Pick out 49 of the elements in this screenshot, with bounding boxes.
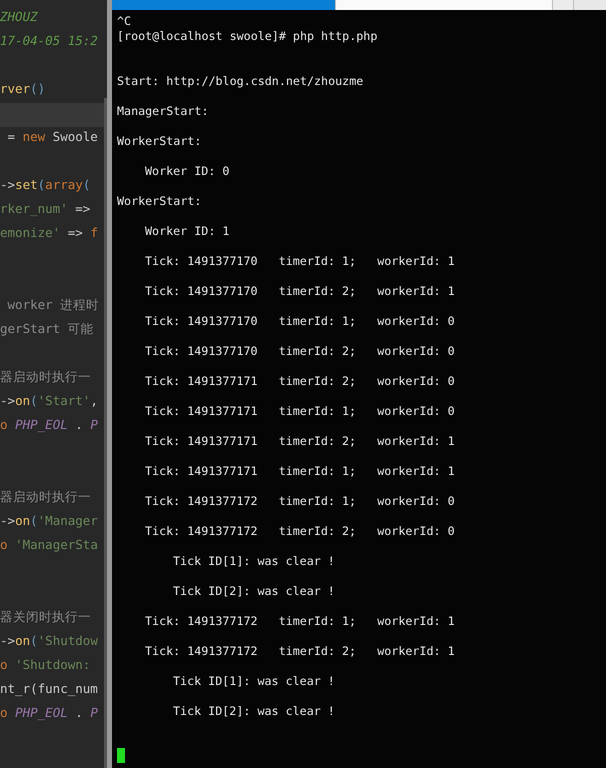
code-line: gerStart 可能 <box>0 321 94 336</box>
code-line: ->on('Shutdow <box>0 633 98 648</box>
code-line: o 'Shutdown: <box>0 657 90 672</box>
code-line: ->set(array( <box>0 177 90 192</box>
terminal-line: Tick ID[1]: was clear ! <box>173 674 335 688</box>
terminal-line: Worker ID: 1 <box>145 224 230 238</box>
terminal-line: Tick: 1491377171 timerId: 2; workerId: 0 <box>145 374 455 388</box>
code-line: o PHP_EOL . P <box>0 705 98 720</box>
terminal-line: Tick: 1491377170 timerId: 2; workerId: 1 <box>145 284 455 298</box>
terminal-line: ManagerStart: <box>117 104 208 118</box>
terminal-line: Tick: 1491377172 timerId: 2; workerId: 1 <box>145 644 455 658</box>
active-tab[interactable] <box>112 0 336 10</box>
code-line: o 'ManagerSta <box>0 537 98 552</box>
code-line: worker 进程时 <box>6 297 100 312</box>
terminal-line: Tick: 1491377172 timerId: 1; workerId: 0 <box>145 494 455 508</box>
terminal-line: Tick: 1491377172 timerId: 2; workerId: 0 <box>145 524 455 538</box>
code-line: ->on('Manager <box>0 513 98 528</box>
terminal-line: WorkerStart: <box>117 194 202 208</box>
code-line: ->on('Start', <box>0 393 98 408</box>
terminal-line: Tick: 1491377170 timerId: 2; workerId: 0 <box>145 344 455 358</box>
code-line: 器启动时执行一 <box>0 369 91 384</box>
terminal-line: Tick: 1491377171 timerId: 1; workerId: 1 <box>145 464 455 478</box>
terminal-line: WorkerStart: <box>117 134 202 148</box>
code-line: 器关闭时执行一 <box>0 609 91 624</box>
terminal-line: Tick: 1491377170 timerId: 1; workerId: 0 <box>145 314 455 328</box>
terminal-line: Worker ID: 0 <box>145 164 230 178</box>
terminal-line: Tick ID[1]: was clear ! <box>173 554 335 568</box>
code-line: o PHP_EOL . P <box>0 417 98 432</box>
code-line: 器启动时执行一 <box>0 489 91 504</box>
code-line: 17-04-05 15:2 <box>0 33 98 48</box>
terminal-line: Tick ID[2]: was clear ! <box>173 704 335 718</box>
terminal-line: Tick: 1491377171 timerId: 2; workerId: 1 <box>145 434 455 448</box>
terminal-line: Tick: 1491377171 timerId: 1; workerId: 0 <box>145 404 455 418</box>
cursor <box>117 748 125 763</box>
tab[interactable] <box>336 0 553 10</box>
terminal-line: ^C <box>117 14 132 28</box>
terminal-line: [root@localhost swoole]# php http.php <box>117 29 378 43</box>
code-line: = new Swoole <box>6 129 98 144</box>
scrollbar[interactable] <box>104 98 107 768</box>
terminal-line: Tick ID[2]: was clear ! <box>173 584 335 598</box>
tab[interactable] <box>553 0 574 10</box>
code-line: ZHOUZ <box>0 9 38 24</box>
code-line: rker_num' => <box>0 201 90 216</box>
terminal-line: Start: http://blog.csdn.net/zhouzme <box>117 74 364 88</box>
code-line: nt_r(func_num <box>0 681 98 696</box>
code-line: emonize' => f <box>0 225 98 240</box>
code-line: rver() <box>0 81 46 96</box>
terminal-line: Tick: 1491377172 timerId: 1; workerId: 1 <box>145 614 455 628</box>
terminal-line: Tick: 1491377170 timerId: 1; workerId: 1 <box>145 254 455 268</box>
